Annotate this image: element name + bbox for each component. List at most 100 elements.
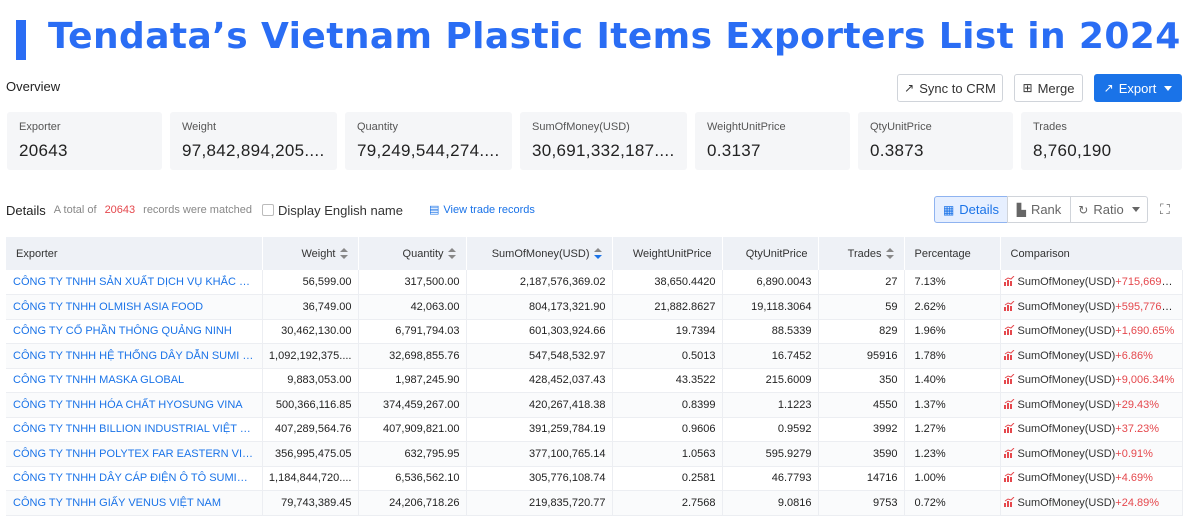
exporter-link[interactable]: CÔNG TY CỔ PHẦN THÔNG QUẢNG NINH bbox=[6, 319, 263, 344]
stat-card-sum-of-money: SumOfMoney(USD) 30,691,332,187.... bbox=[520, 112, 687, 170]
cell-weight-unit-price: 2.7568 bbox=[612, 490, 723, 516]
column-sum-of-money[interactable]: SumOfMoney(USD) bbox=[466, 237, 613, 270]
exporter-link[interactable]: CÔNG TY TNHH MASKA GLOBAL bbox=[6, 368, 263, 393]
view-trade-records-link[interactable]: ▤ View trade records bbox=[429, 204, 535, 216]
stat-label: SumOfMoney(USD) bbox=[532, 121, 630, 133]
cell-comparison: SumOfMoney(USD)+37.23% bbox=[1000, 417, 1183, 442]
stat-card-qty-unit-price: QtyUnitPrice 0.3873 bbox=[858, 112, 1013, 170]
table-row: CÔNG TY TNHH MASKA GLOBAL 9,883,053.00 1,9… bbox=[6, 368, 1183, 393]
sort-icon[interactable] bbox=[339, 248, 348, 260]
sort-icon[interactable] bbox=[885, 248, 894, 260]
cell-weight: 79,743,389.45 bbox=[262, 490, 359, 516]
cell-percentage: 1.40% bbox=[904, 368, 1001, 393]
cell-weight-unit-price: 0.8399 bbox=[612, 392, 723, 418]
stat-label: Trades bbox=[1033, 121, 1067, 133]
cell-qty-unit-price: 88.5339 bbox=[722, 319, 819, 344]
cell-comparison: SumOfMoney(USD)+1,690.65% bbox=[1000, 319, 1183, 344]
column-quantity[interactable]: Quantity bbox=[358, 237, 467, 270]
rank-icon: ▙ bbox=[1016, 202, 1026, 217]
sort-icon[interactable] bbox=[593, 248, 602, 260]
sort-icon[interactable] bbox=[447, 248, 456, 260]
cell-trades: 4550 bbox=[818, 392, 905, 418]
tab-rank[interactable]: ▙ Rank bbox=[1007, 196, 1071, 223]
banner-accent-bar bbox=[16, 20, 26, 60]
table-row: CÔNG TY TNHH DÂY CÁP ĐIỆN Ô TÔ SUMIDEN V… bbox=[6, 466, 1183, 491]
exporter-link[interactable]: CÔNG TY TNHH SẢN XUẤT DỊCH VỤ KHẮC DẤU T… bbox=[6, 270, 263, 295]
cell-weight: 56,599.00 bbox=[262, 270, 359, 295]
cell-quantity: 32,698,855.76 bbox=[358, 343, 467, 369]
cell-sum-of-money: 305,776,108.74 bbox=[466, 466, 613, 491]
merge-button[interactable]: ⊞ Merge bbox=[1014, 74, 1083, 102]
comparison-change: +24.89% bbox=[1115, 496, 1160, 509]
comparison-metric: SumOfMoney(USD) bbox=[1017, 276, 1116, 288]
cell-qty-unit-price: 16.7452 bbox=[722, 343, 819, 369]
chevron-down-icon bbox=[1164, 85, 1173, 91]
view-trade-records-label: View trade records bbox=[443, 204, 535, 216]
tab-ratio[interactable]: ↻ Ratio bbox=[1070, 196, 1148, 223]
column-label: Exporter bbox=[16, 247, 58, 260]
total-count: 20643 bbox=[104, 204, 136, 216]
english-name-label[interactable]: Display English name bbox=[278, 203, 403, 218]
comparison-change: +6.86% bbox=[1115, 349, 1153, 362]
sync-to-crm-button[interactable]: ↗ Sync to CRM bbox=[897, 74, 1003, 102]
export-button[interactable]: ↗ Export bbox=[1094, 74, 1182, 102]
english-name-checkbox[interactable] bbox=[261, 204, 274, 216]
stat-value: 97,842,894,205.... bbox=[182, 141, 325, 160]
column-qty-unit-price: QtyUnitPrice bbox=[722, 237, 819, 270]
cell-weight-unit-price: 19.7394 bbox=[612, 319, 723, 344]
merge-icon: ⊞ bbox=[1022, 81, 1033, 95]
exporter-link[interactable]: CÔNG TY TNHH GIẤY VENUS VIỆT NAM bbox=[6, 490, 263, 516]
cell-percentage: 2.62% bbox=[904, 294, 1001, 320]
exporter-link[interactable]: CÔNG TY TNHH OLMISH ASIA FOOD bbox=[6, 294, 263, 320]
exporter-link[interactable]: CÔNG TY TNHH HỆ THỐNG DÂY DẪN SUMI VIỆT … bbox=[6, 343, 263, 369]
cell-qty-unit-price: 215.6009 bbox=[722, 368, 819, 393]
cell-qty-unit-price: 6,890.0043 bbox=[722, 270, 819, 295]
trend-up-icon bbox=[1003, 325, 1014, 336]
table-row: CÔNG TY TNHH POLYTEX FAR EASTERN VIỆT NA… bbox=[6, 441, 1183, 467]
cell-quantity: 632,795.95 bbox=[358, 441, 467, 467]
cell-weight: 36,749.00 bbox=[262, 294, 359, 320]
column-label: QtyUnitPrice bbox=[745, 247, 808, 260]
column-weight[interactable]: Weight bbox=[262, 237, 359, 270]
table-row: CÔNG TY TNHH BILLION INDUSTRIAL VIỆT NAM… bbox=[6, 417, 1183, 442]
column-label: Comparison bbox=[1010, 247, 1070, 260]
cell-trades: 829 bbox=[818, 319, 905, 344]
comparison-metric: SumOfMoney(USD) bbox=[1017, 325, 1116, 338]
column-trades[interactable]: Trades bbox=[818, 237, 905, 270]
stat-value: 79,249,544,274.... bbox=[357, 141, 500, 160]
fullscreen-icon[interactable]: ⛶ bbox=[1160, 201, 1170, 218]
column-weight-unit-price: WeightUnitPrice bbox=[612, 237, 723, 270]
cell-percentage: 1.00% bbox=[904, 466, 1001, 491]
column-label: Weight bbox=[301, 247, 336, 260]
cell-quantity: 24,206,718.26 bbox=[358, 490, 467, 516]
exporter-link[interactable]: CÔNG TY TNHH DÂY CÁP ĐIỆN Ô TÔ SUMIDEN V… bbox=[6, 466, 263, 491]
table-header: Exporter Weight Quantity SumOfMoney(USD)… bbox=[6, 237, 1183, 270]
trend-up-icon bbox=[1003, 374, 1014, 385]
details-title: Details bbox=[6, 202, 46, 218]
column-label: SumOfMoney(USD) bbox=[491, 247, 590, 260]
stat-card-trades: Trades 8,760,190 bbox=[1021, 112, 1182, 170]
cell-weight: 30,462,130.00 bbox=[262, 319, 359, 344]
comparison-metric: SumOfMoney(USD) bbox=[1017, 398, 1116, 411]
trend-up-icon bbox=[1003, 447, 1014, 458]
comparison-metric: SumOfMoney(USD) bbox=[1017, 349, 1116, 362]
cell-trades: 95916 bbox=[818, 343, 905, 369]
cell-percentage: 1.23% bbox=[904, 441, 1001, 467]
cell-sum-of-money: 428,452,037.43 bbox=[466, 368, 613, 393]
tab-details[interactable]: ▦ Details bbox=[934, 196, 1008, 223]
cell-trades: 9753 bbox=[818, 490, 905, 516]
cell-weight-unit-price: 21,882.8627 bbox=[612, 294, 723, 320]
cell-comparison: SumOfMoney(USD)+9,006.34% bbox=[1000, 368, 1183, 393]
exporter-link[interactable]: CÔNG TY TNHH POLYTEX FAR EASTERN VIỆT NA… bbox=[6, 441, 263, 467]
cell-comparison: SumOfMoney(USD)+0.91% bbox=[1000, 441, 1183, 467]
total-suffix: records were matched bbox=[143, 204, 252, 216]
cell-percentage: 1.96% bbox=[904, 319, 1001, 344]
tab-details-label: Details bbox=[959, 202, 1000, 217]
exporter-link[interactable]: CÔNG TY TNHH HÓA CHẤT HYOSUNG VINA bbox=[6, 392, 263, 418]
banner: Tendata’s Vietnam Plastic Items Exporter… bbox=[0, 0, 1190, 76]
column-comparison: Comparison bbox=[1000, 237, 1183, 270]
exporter-link[interactable]: CÔNG TY TNHH BILLION INDUSTRIAL VIỆT NAM bbox=[6, 417, 263, 442]
column-label: Percentage bbox=[914, 247, 971, 260]
column-label: Trades bbox=[847, 247, 882, 260]
cell-weight: 1,092,192,375.... bbox=[262, 343, 359, 369]
